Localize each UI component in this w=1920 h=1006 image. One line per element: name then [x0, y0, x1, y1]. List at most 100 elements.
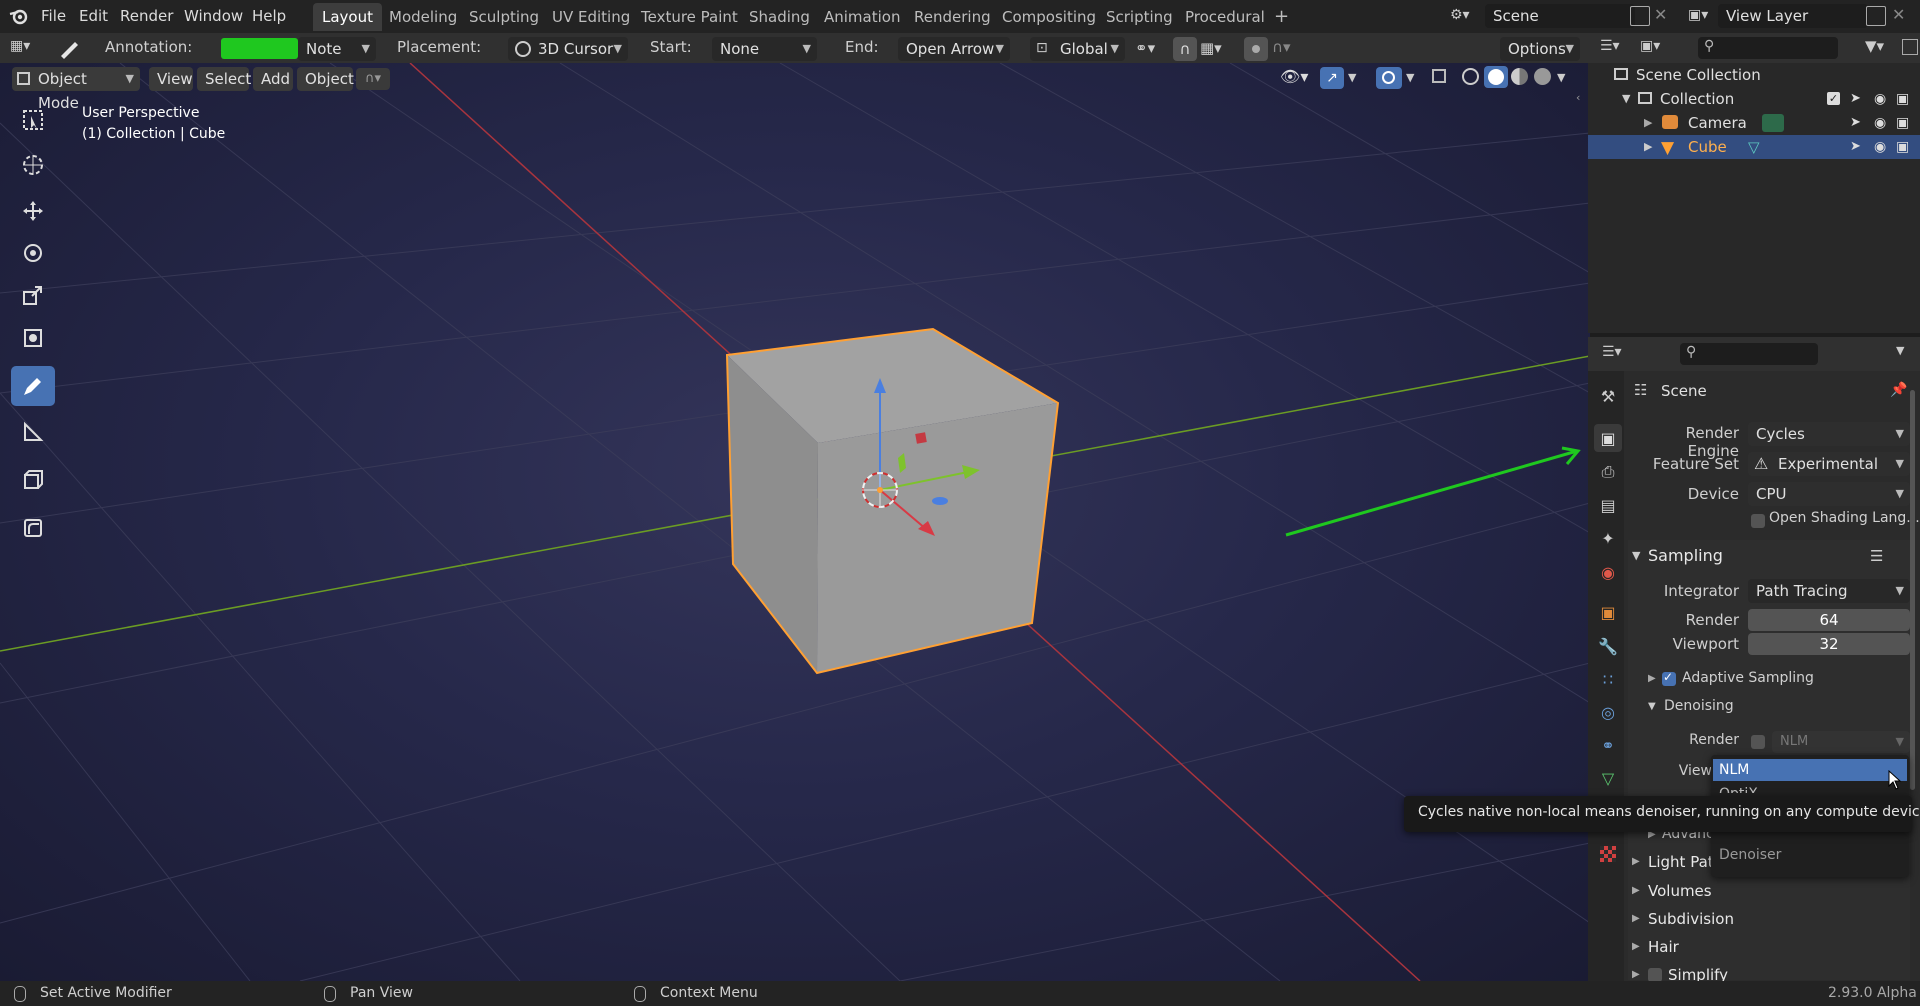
tool-tab-icon[interactable]: ⚒ [1594, 382, 1622, 410]
denoising-collapse-icon[interactable]: ▼ [1648, 701, 1656, 712]
hair-panel[interactable]: ▶ Hair [1628, 934, 1918, 960]
editor-type-icon[interactable]: ▦▾ [10, 38, 30, 54]
mode-dropdown[interactable]: Object Mode ▼ [12, 67, 140, 112]
menu-help[interactable]: Help [244, 5, 294, 27]
properties-scrollbar[interactable] [1910, 390, 1915, 790]
solid-shading-icon[interactable] [1484, 66, 1508, 88]
menu-window[interactable]: Window [176, 5, 251, 27]
pivot-icon[interactable]: ⚭▾ [1135, 39, 1155, 57]
add-cube-tool[interactable] [11, 460, 55, 500]
subdivision-panel[interactable]: ▶ Subdivision [1628, 906, 1918, 932]
outliner-search-input[interactable]: ⚲ [1698, 37, 1838, 59]
camera-render-icon[interactable]: ▣ [1896, 135, 1909, 159]
tab-shading[interactable]: Shading [740, 3, 819, 31]
camera-render-icon[interactable]: ▣ [1896, 87, 1909, 111]
material-shading-icon[interactable] [1511, 68, 1528, 85]
pin-icon[interactable]: 📌 [1890, 382, 1907, 398]
view-layer-icon[interactable]: ▣▾ [1688, 7, 1708, 23]
measure-tool[interactable] [11, 412, 55, 452]
rendered-shading-icon[interactable] [1534, 68, 1551, 85]
filter-icon[interactable]: ▼▾ [1865, 37, 1884, 55]
annotate-tool[interactable] [11, 366, 55, 406]
viewport-menu-add[interactable]: Add [253, 67, 293, 91]
select-arrow-icon[interactable]: ➤ [1850, 135, 1861, 159]
sidebar-toggle-icon[interactable]: ‹ [1576, 91, 1580, 104]
mesh-data-tab-icon[interactable]: ▽ [1594, 764, 1622, 792]
end-dropdown[interactable]: Open Arrow ▼ [898, 37, 1010, 61]
expand-arrow-icon[interactable]: ▶ [1644, 135, 1652, 159]
delete-view-layer-icon[interactable]: ✕ [1892, 5, 1905, 24]
add-workspace-button[interactable]: + [1265, 3, 1298, 31]
view-layer-tab-icon[interactable]: ▤ [1594, 491, 1622, 519]
menu-edit[interactable]: Edit [71, 5, 116, 27]
properties-search-input[interactable]: ⚲ [1680, 343, 1818, 365]
expand-arrow-icon[interactable]: ▼ [1622, 87, 1630, 111]
integrator-dropdown[interactable]: Path Tracing ▼ [1748, 579, 1910, 603]
render-samples-field[interactable]: 64 [1748, 609, 1910, 631]
overlays-toggle-icon[interactable] [1376, 67, 1402, 89]
sampling-panel-header[interactable]: ▼ Sampling ☰ [1628, 543, 1918, 569]
3d-viewport[interactable]: Object Mode ▼ View Select Add Object ∩▾ 👁… [0, 63, 1590, 981]
outliner-cube[interactable]: ▶ ▼ Cube ▽ ➤ ◉ ▣ [1588, 135, 1920, 159]
properties-editor-icon[interactable]: ☰▾ [1602, 344, 1622, 360]
new-scene-icon[interactable] [1630, 6, 1650, 26]
gizmo-toggle-icon[interactable]: ↗ [1320, 67, 1344, 89]
tab-layout[interactable]: Layout [313, 3, 382, 31]
menu-file[interactable]: File [33, 5, 74, 27]
particles-tab-icon[interactable]: ∷ [1594, 665, 1622, 693]
outliner-collection[interactable]: ▼ Collection ✓ ➤ ◉ ▣ [1588, 87, 1920, 111]
osl-checkbox[interactable] [1751, 514, 1765, 528]
tab-sculpting[interactable]: Sculpting [460, 3, 548, 31]
eye-icon[interactable]: ◉ [1874, 87, 1886, 111]
display-mode-icon[interactable]: ▣▾ [1640, 38, 1660, 54]
xray-icon[interactable] [1432, 69, 1446, 83]
object-tab-icon[interactable]: ▣ [1594, 598, 1622, 626]
render-tab-icon[interactable]: ▣ [1594, 424, 1622, 452]
dropdown-item-optix[interactable]: OptiX [1719, 783, 1758, 793]
exclude-checkbox[interactable]: ✓ [1827, 92, 1840, 105]
overlays-dropdown-icon[interactable]: ▼ [1406, 67, 1414, 89]
denoise-render-checkbox[interactable] [1751, 735, 1765, 749]
tab-uv-editing[interactable]: UV Editing [543, 3, 639, 31]
viewport-samples-field[interactable]: 32 [1748, 633, 1910, 655]
modifier-tab-icon[interactable]: 🔧 [1594, 632, 1622, 660]
proportional-edit-icon[interactable] [1244, 37, 1268, 61]
dropdown-item-nlm[interactable]: NLM [1713, 759, 1907, 781]
eye-icon[interactable]: ◉ [1874, 111, 1886, 135]
simplify-checkbox[interactable] [1648, 968, 1662, 981]
world-tab-icon[interactable]: ◉ [1594, 558, 1622, 586]
tab-scripting[interactable]: Scripting [1097, 3, 1182, 31]
device-dropdown[interactable]: CPU ▼ [1748, 482, 1910, 506]
volumes-panel[interactable]: ▶ Volumes [1628, 878, 1918, 904]
outliner-camera[interactable]: ▶ Camera ➤ ◉ ▣ [1588, 111, 1920, 135]
outliner-scene-collection[interactable]: Scene Collection [1588, 63, 1920, 87]
cursor-tool[interactable] [11, 145, 55, 185]
transform-tool[interactable] [11, 318, 55, 358]
tab-procedural[interactable]: Procedural [1176, 3, 1274, 31]
gizmo-dropdown-icon[interactable]: ▼ [1348, 67, 1356, 89]
tab-modeling[interactable]: Modeling [380, 3, 466, 31]
properties-options-icon[interactable]: ▼ [1896, 344, 1904, 357]
snap-icon[interactable]: ∩ [1173, 37, 1197, 61]
transform-affect-icon[interactable]: ∩▾ [356, 68, 390, 90]
note-layer-dropdown[interactable]: Note ▼ [298, 37, 376, 61]
denoise-render-dropdown[interactable]: NLM ▼ [1772, 731, 1910, 753]
tab-compositing[interactable]: Compositing [993, 3, 1105, 31]
start-dropdown[interactable]: None ▼ [712, 37, 817, 61]
shading-dropdown-icon[interactable]: ▼ [1557, 67, 1565, 89]
scene-icon[interactable]: ⚙▾ [1450, 7, 1480, 27]
extra-tool[interactable] [11, 508, 55, 548]
select-arrow-icon[interactable]: ➤ [1850, 87, 1861, 111]
output-tab-icon[interactable]: ⎙ [1594, 458, 1622, 486]
annotation-color-swatch[interactable] [221, 38, 298, 59]
tab-animation[interactable]: Animation [815, 3, 909, 31]
rotate-tool[interactable] [11, 233, 55, 273]
expand-arrow-icon[interactable]: ▶ [1644, 111, 1652, 135]
feature-set-dropdown[interactable]: Experimental ▼ [1748, 452, 1910, 476]
menu-render[interactable]: Render [112, 5, 181, 27]
tab-texture-paint[interactable]: Texture Paint [632, 3, 747, 31]
physics-tab-icon[interactable]: ◎ [1594, 698, 1622, 726]
select-box-tool[interactable] [11, 100, 55, 140]
options-dropdown[interactable]: Options ▼ [1500, 37, 1580, 61]
render-engine-dropdown[interactable]: Cycles ▼ [1748, 422, 1910, 446]
